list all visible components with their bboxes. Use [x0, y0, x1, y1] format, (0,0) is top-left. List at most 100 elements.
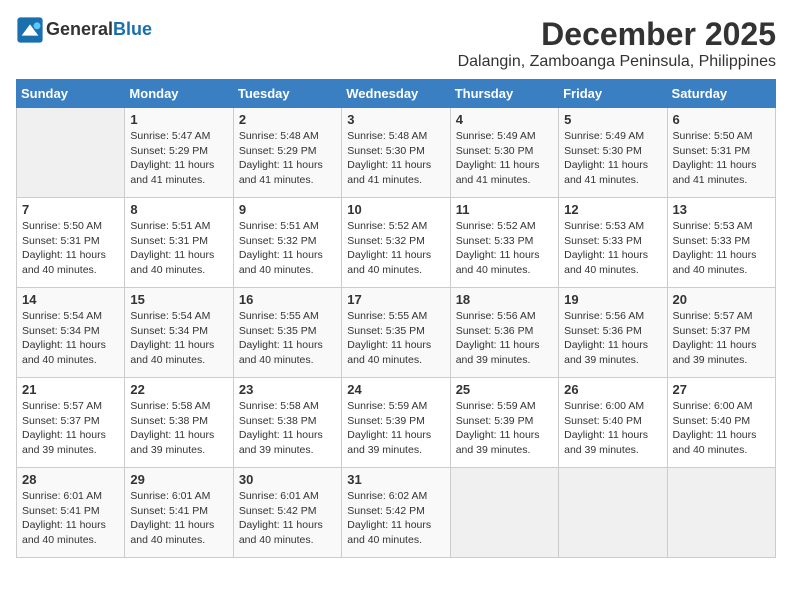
day-info: Sunrise: 5:54 AMSunset: 5:34 PMDaylight:… — [22, 309, 119, 368]
day-number: 27 — [673, 382, 770, 397]
day-info: Sunrise: 6:01 AMSunset: 5:41 PMDaylight:… — [130, 489, 227, 548]
day-number: 13 — [673, 202, 770, 217]
day-number: 15 — [130, 292, 227, 307]
day-number: 18 — [456, 292, 553, 307]
day-number: 10 — [347, 202, 444, 217]
day-number: 4 — [456, 112, 553, 127]
calendar-cell — [17, 108, 125, 198]
day-info: Sunrise: 5:54 AMSunset: 5:34 PMDaylight:… — [130, 309, 227, 368]
calendar-cell: 1Sunrise: 5:47 AMSunset: 5:29 PMDaylight… — [125, 108, 233, 198]
day-info: Sunrise: 6:02 AMSunset: 5:42 PMDaylight:… — [347, 489, 444, 548]
calendar-cell: 29 Sunrise: 6:01 AMSunset: 5:41 PMDayligh… — [125, 468, 233, 558]
calendar-cell: 9 Sunrise: 5:51 AMSunset: 5:32 PMDaylight… — [233, 198, 341, 288]
calendar-cell — [559, 468, 667, 558]
day-number: 23 — [239, 382, 336, 397]
day-info: Sunrise: 5:49 AMSunset: 5:30 PMDaylight:… — [456, 129, 553, 188]
calendar-cell: 3Sunrise: 5:48 AMSunset: 5:30 PMDaylight… — [342, 108, 450, 198]
calendar-week-5: 28 Sunrise: 6:01 AMSunset: 5:41 PMDayligh… — [17, 468, 776, 558]
day-info: Sunrise: 5:52 AMSunset: 5:33 PMDaylight:… — [456, 219, 553, 278]
day-info: Sunrise: 5:53 AMSunset: 5:33 PMDaylight:… — [673, 219, 770, 278]
day-info: Sunrise: 5:51 AMSunset: 5:31 PMDaylight:… — [130, 219, 227, 278]
day-info: Sunrise: 5:55 AMSunset: 5:35 PMDaylight:… — [239, 309, 336, 368]
day-info: Sunrise: 5:58 AMSunset: 5:38 PMDaylight:… — [130, 399, 227, 458]
day-number: 28 — [22, 472, 119, 487]
day-info: Sunrise: 5:53 AMSunset: 5:33 PMDaylight:… — [564, 219, 661, 278]
calendar-cell: 13 Sunrise: 5:53 AMSunset: 5:33 PMDayligh… — [667, 198, 775, 288]
day-info: Sunrise: 5:56 AMSunset: 5:36 PMDaylight:… — [456, 309, 553, 368]
header-row: SundayMondayTuesdayWednesdayThursdayFrid… — [17, 80, 776, 108]
day-info: Sunrise: 5:49 AMSunset: 5:30 PMDaylight:… — [564, 129, 661, 188]
day-number: 29 — [130, 472, 227, 487]
calendar-cell: 23 Sunrise: 5:58 AMSunset: 5:38 PMDayligh… — [233, 378, 341, 468]
calendar-cell: 30 Sunrise: 6:01 AMSunset: 5:42 PMDayligh… — [233, 468, 341, 558]
day-info: Sunrise: 6:00 AMSunset: 5:40 PMDaylight:… — [673, 399, 770, 458]
day-info: Sunrise: 5:47 AMSunset: 5:29 PMDaylight:… — [130, 129, 227, 188]
calendar-cell: 8 Sunrise: 5:51 AMSunset: 5:31 PMDaylight… — [125, 198, 233, 288]
day-number: 31 — [347, 472, 444, 487]
day-info: Sunrise: 5:56 AMSunset: 5:36 PMDaylight:… — [564, 309, 661, 368]
col-header-wednesday: Wednesday — [342, 80, 450, 108]
logo: GeneralBlue — [16, 16, 152, 44]
day-number: 5 — [564, 112, 661, 127]
calendar-cell: 5 Sunrise: 5:49 AMSunset: 5:30 PMDaylight… — [559, 108, 667, 198]
calendar-table: SundayMondayTuesdayWednesdayThursdayFrid… — [16, 79, 776, 558]
calendar-cell: 6Sunrise: 5:50 AMSunset: 5:31 PMDaylight… — [667, 108, 775, 198]
col-header-thursday: Thursday — [450, 80, 558, 108]
day-info: Sunrise: 5:52 AMSunset: 5:32 PMDaylight:… — [347, 219, 444, 278]
day-number: 8 — [130, 202, 227, 217]
day-info: Sunrise: 5:59 AMSunset: 5:39 PMDaylight:… — [456, 399, 553, 458]
calendar-cell: 14 Sunrise: 5:54 AMSunset: 5:34 PMDayligh… — [17, 288, 125, 378]
col-header-sunday: Sunday — [17, 80, 125, 108]
logo-icon — [16, 16, 44, 44]
day-info: Sunrise: 5:48 AMSunset: 5:29 PMDaylight:… — [239, 129, 336, 188]
day-number: 16 — [239, 292, 336, 307]
day-info: Sunrise: 5:55 AMSunset: 5:35 PMDaylight:… — [347, 309, 444, 368]
calendar-cell: 27 Sunrise: 6:00 AMSunset: 5:40 PMDayligh… — [667, 378, 775, 468]
day-info: Sunrise: 6:01 AMSunset: 5:42 PMDaylight:… — [239, 489, 336, 548]
calendar-cell: 7Sunrise: 5:50 AMSunset: 5:31 PMDaylight… — [17, 198, 125, 288]
page-header: GeneralBlue December 2025 Dalangin, Zamb… — [16, 16, 776, 71]
day-number: 17 — [347, 292, 444, 307]
day-number: 14 — [22, 292, 119, 307]
day-info: Sunrise: 5:58 AMSunset: 5:38 PMDaylight:… — [239, 399, 336, 458]
calendar-cell — [667, 468, 775, 558]
calendar-cell: 24Sunrise: 5:59 AMSunset: 5:39 PMDayligh… — [342, 378, 450, 468]
day-info: Sunrise: 6:00 AMSunset: 5:40 PMDaylight:… — [564, 399, 661, 458]
day-number: 3 — [347, 112, 444, 127]
calendar-cell: 21Sunrise: 5:57 AMSunset: 5:37 PMDayligh… — [17, 378, 125, 468]
col-header-monday: Monday — [125, 80, 233, 108]
calendar-cell: 11 Sunrise: 5:52 AMSunset: 5:33 PMDayligh… — [450, 198, 558, 288]
day-number: 26 — [564, 382, 661, 397]
day-info: Sunrise: 5:57 AMSunset: 5:37 PMDaylight:… — [673, 309, 770, 368]
day-number: 12 — [564, 202, 661, 217]
calendar-cell: 12 Sunrise: 5:53 AMSunset: 5:33 PMDayligh… — [559, 198, 667, 288]
day-number: 22 — [130, 382, 227, 397]
calendar-cell: 26 Sunrise: 6:00 AMSunset: 5:40 PMDayligh… — [559, 378, 667, 468]
calendar-cell: 2 Sunrise: 5:48 AMSunset: 5:29 PMDaylight… — [233, 108, 341, 198]
day-number: 2 — [239, 112, 336, 127]
location-title: Dalangin, Zamboanga Peninsula, Philippin… — [458, 53, 776, 71]
day-number: 7 — [22, 202, 119, 217]
day-number: 11 — [456, 202, 553, 217]
calendar-cell: 20 Sunrise: 5:57 AMSunset: 5:37 PMDayligh… — [667, 288, 775, 378]
calendar-cell: 19 Sunrise: 5:56 AMSunset: 5:36 PMDayligh… — [559, 288, 667, 378]
calendar-cell: 22 Sunrise: 5:58 AMSunset: 5:38 PMDayligh… — [125, 378, 233, 468]
calendar-cell: 15 Sunrise: 5:54 AMSunset: 5:34 PMDayligh… — [125, 288, 233, 378]
title-block: December 2025 Dalangin, Zamboanga Penins… — [458, 16, 776, 71]
day-number: 6 — [673, 112, 770, 127]
calendar-week-2: 7Sunrise: 5:50 AMSunset: 5:31 PMDaylight… — [17, 198, 776, 288]
day-number: 19 — [564, 292, 661, 307]
day-number: 20 — [673, 292, 770, 307]
day-info: Sunrise: 5:59 AMSunset: 5:39 PMDaylight:… — [347, 399, 444, 458]
day-info: Sunrise: 5:51 AMSunset: 5:32 PMDaylight:… — [239, 219, 336, 278]
day-number: 21 — [22, 382, 119, 397]
day-number: 9 — [239, 202, 336, 217]
calendar-cell: 31 Sunrise: 6:02 AMSunset: 5:42 PMDayligh… — [342, 468, 450, 558]
logo-text: GeneralBlue — [46, 20, 152, 40]
day-number: 30 — [239, 472, 336, 487]
calendar-cell: 18 Sunrise: 5:56 AMSunset: 5:36 PMDayligh… — [450, 288, 558, 378]
calendar-cell: 16 Sunrise: 5:55 AMSunset: 5:35 PMDayligh… — [233, 288, 341, 378]
calendar-cell: 10 Sunrise: 5:52 AMSunset: 5:32 PMDayligh… — [342, 198, 450, 288]
calendar-week-1: 1Sunrise: 5:47 AMSunset: 5:29 PMDaylight… — [17, 108, 776, 198]
calendar-cell: 25Sunrise: 5:59 AMSunset: 5:39 PMDayligh… — [450, 378, 558, 468]
